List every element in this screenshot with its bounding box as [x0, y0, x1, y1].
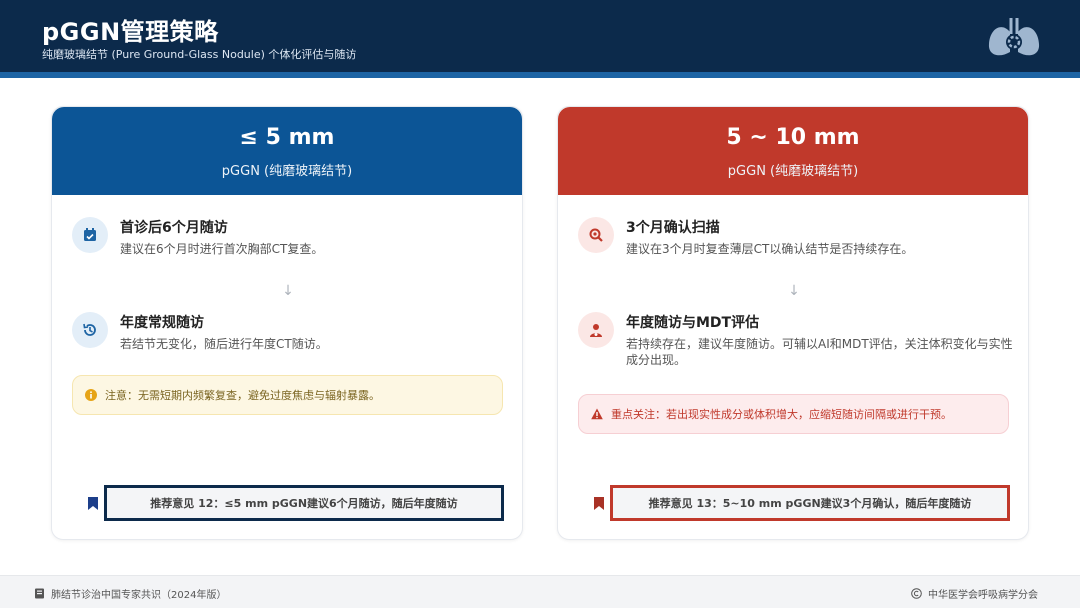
caution-note: 注意：无需短期内频繁复查，避免过度焦虑与辐射暴露。: [72, 375, 503, 415]
card-header: 5 ~ 10 mm pGGN (纯磨玻璃结节): [558, 107, 1028, 195]
warning-icon: [591, 408, 603, 420]
search-icon: [578, 217, 614, 253]
header-bar: pGGN管理策略 纯磨玻璃结节 (Pure Ground-Glass Nodul…: [0, 0, 1080, 78]
step-description: 建议在6个月时进行首次胸部CT复查。: [120, 242, 324, 256]
card-small-nodule: ≤ 5 mm pGGN (纯磨玻璃结节) 首诊后6个月随访 建议在6个月时进行首…: [51, 106, 523, 540]
alert-note: 重点关注：若出现实性成分或体积增大，应缩短随访间隔或进行干预。: [578, 394, 1009, 434]
step-description: 若结节无变化，随后进行年度CT随访。: [120, 337, 328, 351]
history-icon: [72, 312, 108, 348]
note-text: 重点关注：若出现实性成分或体积增大，应缩短随访间隔或进行干预。: [611, 408, 952, 421]
card-subtitle: pGGN (纯磨玻璃结节): [727, 164, 859, 179]
recommendation-box: 推荐意见 13：5~10 mm pGGN建议3个月确认，随后年度随访: [610, 485, 1010, 521]
page-subtitle: 纯磨玻璃结节 (Pure Ground-Glass Nodule) 个体化评估与…: [42, 48, 357, 61]
footer-bar: 肺结节诊治中国专家共识（2024年版） 中华医学会呼吸病学分会: [0, 575, 1080, 608]
card-medium-nodule: 5 ~ 10 mm pGGN (纯磨玻璃结节) 3个月确认扫描 建议在3个月时复…: [557, 106, 1029, 540]
lung-icon: [988, 18, 1040, 56]
footer-source: 肺结节诊治中国专家共识（2024年版）: [34, 586, 226, 601]
step-title: 年度常规随访: [120, 315, 204, 331]
step-description: 若持续存在，建议年度随访。可辅以AI和MDT评估，关注体积变化与实性成分出现。: [626, 337, 1013, 367]
step-title: 3个月确认扫描: [626, 220, 720, 236]
footer-source-text: 肺结节诊治中国专家共识（2024年版）: [51, 590, 227, 601]
step-title: 年度随访与MDT评估: [626, 315, 760, 331]
doctor-icon: [578, 312, 614, 348]
book-icon: [35, 588, 44, 599]
step-description: 建议在3个月时复查薄层CT以确认结节是否持续存在。: [626, 242, 914, 256]
card-subtitle: pGGN (纯磨玻璃结节): [221, 164, 353, 179]
copyright-icon: [911, 588, 922, 599]
bookmark-icon: [594, 497, 604, 510]
bookmark-icon: [88, 497, 98, 510]
info-icon: [85, 389, 97, 401]
header-stripe: [0, 72, 1080, 78]
recommendation-box: 推荐意见 12：≤5 mm pGGN建议6个月随访，随后年度随访: [104, 485, 504, 521]
step-title: 首诊后6个月随访: [120, 220, 228, 236]
note-text: 注意：无需短期内频繁复查，避免过度焦虑与辐射暴露。: [105, 389, 380, 402]
page-title: pGGN管理策略: [42, 18, 219, 46]
arrow-down-icon: ↓: [788, 283, 800, 299]
card-header: ≤ 5 mm pGGN (纯磨玻璃结节): [52, 107, 522, 195]
arrow-down-icon: ↓: [282, 283, 294, 299]
footer-copyright: 中华医学会呼吸病学分会: [911, 586, 1038, 601]
card-title: ≤ 5 mm: [239, 125, 335, 150]
footer-copyright-text: 中华医学会呼吸病学分会: [928, 590, 1038, 601]
card-title: 5 ~ 10 mm: [726, 125, 860, 150]
calendar-check-icon: [72, 217, 108, 253]
